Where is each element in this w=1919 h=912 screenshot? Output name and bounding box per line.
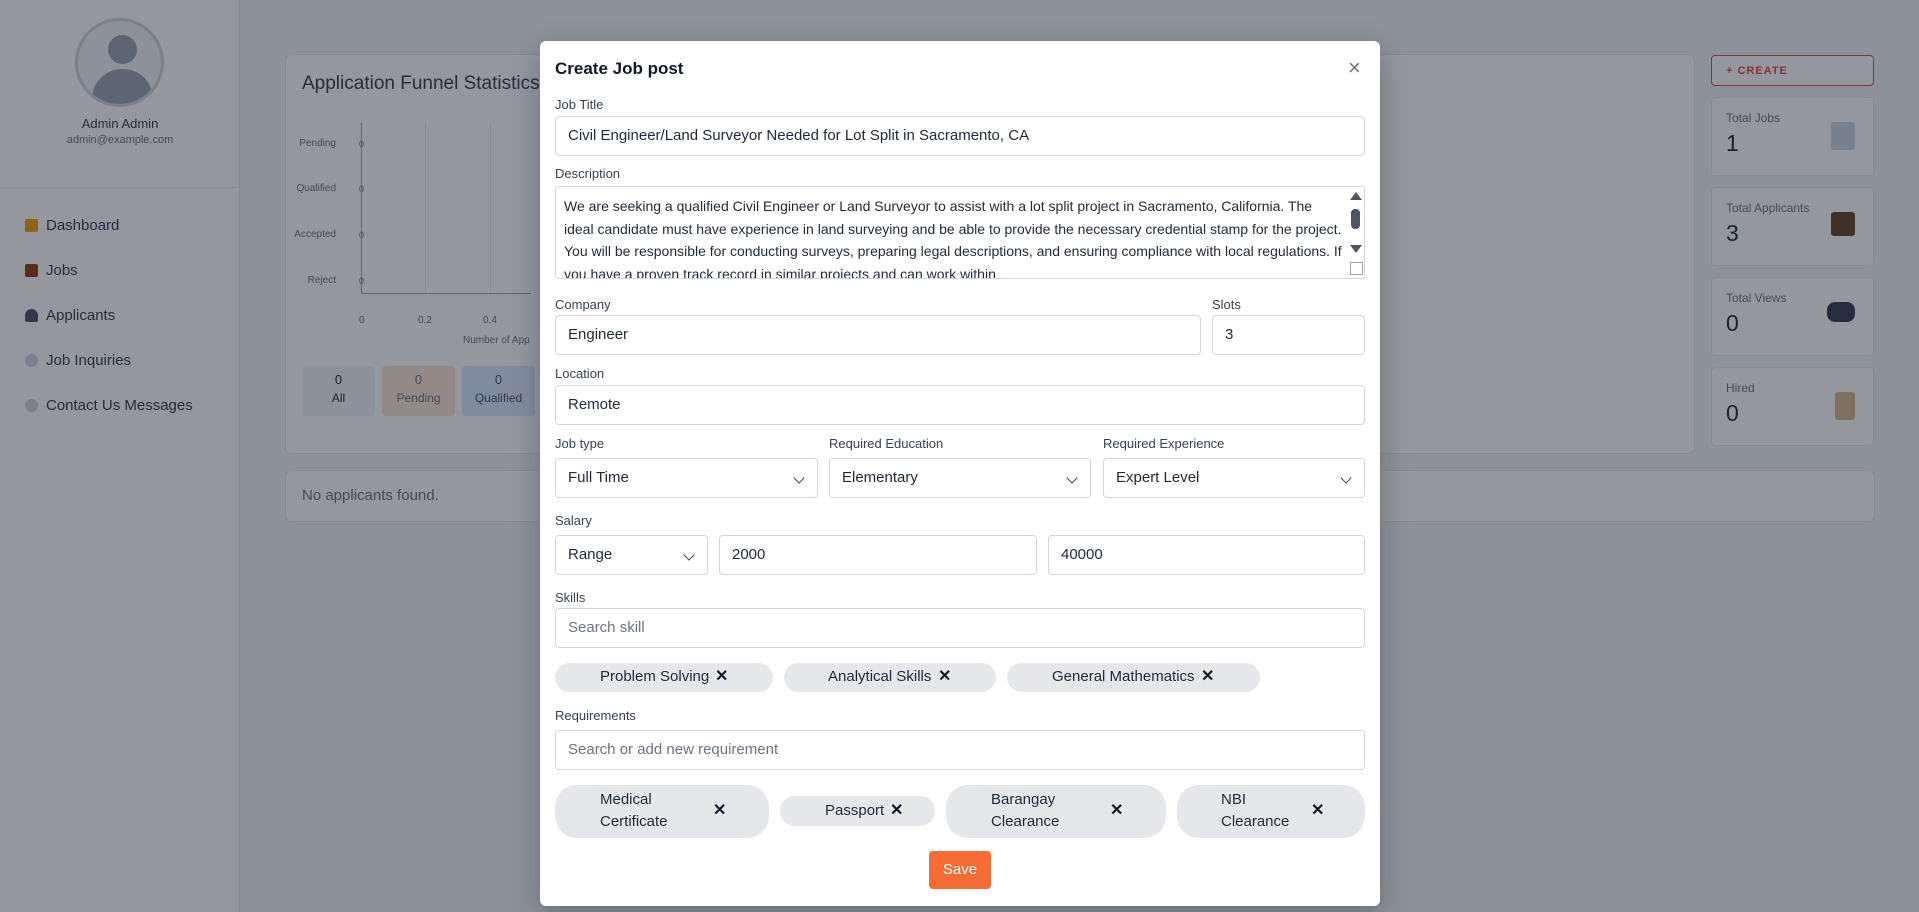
education-select[interactable]: Elementary	[829, 458, 1091, 498]
skill-chip-label: Problem Solving	[600, 668, 710, 685]
description-label: Description	[555, 166, 621, 181]
location-input[interactable]: Remote	[555, 385, 1365, 425]
scroll-down-icon[interactable]	[1350, 245, 1362, 253]
salary-type-select[interactable]: Range	[555, 535, 708, 575]
requirement-chip-label: Barangay Clearance	[991, 791, 1060, 830]
skills-label: Skills	[555, 590, 586, 605]
description-textarea[interactable]: We are seeking a qualified Civil Enginee…	[555, 186, 1365, 279]
requirement-chip: NBI Clearance ✕	[1177, 785, 1365, 838]
skill-chip-label: General Mathematics	[1052, 668, 1195, 685]
requirements-label: Requirements	[555, 708, 636, 723]
close-icon[interactable]: ×	[1348, 57, 1361, 79]
description-text: We are seeking a qualified Civil Enginee…	[564, 198, 1342, 279]
chevron-down-icon	[1066, 472, 1078, 484]
skill-chip: Analytical Skills ✕	[784, 663, 996, 692]
location-label: Location	[555, 366, 605, 381]
resize-grip-icon[interactable]	[1350, 262, 1363, 275]
remove-skill-icon[interactable]: ✕	[1201, 666, 1214, 686]
skills-search-input[interactable]: Search skill	[555, 608, 1365, 648]
remove-skill-icon[interactable]: ✕	[715, 666, 728, 686]
job-type-select[interactable]: Full Time	[555, 458, 818, 498]
modal-title: Create Job post	[555, 59, 684, 78]
education-value: Elementary	[842, 469, 918, 486]
education-label: Required Education	[829, 436, 944, 451]
requirements-search-input[interactable]: Search or add new requirement	[555, 730, 1365, 770]
job-type-value: Full Time	[568, 469, 629, 486]
requirement-chip-label: NBI Clearance	[1221, 791, 1290, 830]
salary-type-value: Range	[568, 546, 613, 563]
skill-chip: Problem Solving ✕	[555, 663, 773, 692]
chevron-down-icon	[683, 549, 695, 561]
create-job-modal: Create Job post × Job Title Civil Engine…	[540, 41, 1380, 906]
job-type-label: Job type	[555, 436, 605, 451]
requirement-chip: Medical Certificate ✕	[555, 785, 769, 838]
requirement-chip-label: Passport	[825, 802, 885, 819]
requirement-chip-label: Medical Certificate	[600, 791, 668, 830]
remove-requirement-icon[interactable]: ✕	[1110, 800, 1123, 820]
job-title-input[interactable]: Civil Engineer/Land Surveyor Needed for …	[555, 116, 1365, 156]
company-input[interactable]: Engineer	[555, 315, 1201, 355]
skill-chip-label: Analytical Skills	[828, 668, 932, 685]
scroll-up-icon[interactable]	[1350, 192, 1362, 200]
scroll-thumb[interactable]	[1351, 209, 1360, 229]
remove-requirement-icon[interactable]: ✕	[1311, 800, 1324, 820]
chevron-down-icon	[793, 472, 805, 484]
skill-chip: General Mathematics ✕	[1007, 663, 1260, 692]
experience-label: Required Experience	[1103, 436, 1225, 451]
description-scrollbar[interactable]	[1347, 187, 1364, 278]
experience-select[interactable]: Expert Level	[1103, 458, 1365, 498]
requirement-chip: Passport ✕	[780, 796, 935, 826]
save-button[interactable]: Save	[929, 851, 991, 889]
remove-skill-icon[interactable]: ✕	[938, 666, 951, 686]
job-title-label: Job Title	[555, 97, 604, 112]
company-label: Company	[555, 297, 611, 312]
chevron-down-icon	[1340, 472, 1352, 484]
remove-requirement-icon[interactable]: ✕	[890, 800, 903, 820]
salary-max-input[interactable]: 40000	[1048, 535, 1365, 575]
requirement-chip: Barangay Clearance ✕	[946, 785, 1166, 838]
salary-min-input[interactable]: 2000	[719, 535, 1037, 575]
remove-requirement-icon[interactable]: ✕	[713, 800, 726, 820]
experience-value: Expert Level	[1116, 469, 1200, 486]
slots-label: Slots	[1212, 297, 1241, 312]
salary-label: Salary	[555, 513, 592, 528]
slots-input[interactable]: 3	[1212, 315, 1365, 355]
